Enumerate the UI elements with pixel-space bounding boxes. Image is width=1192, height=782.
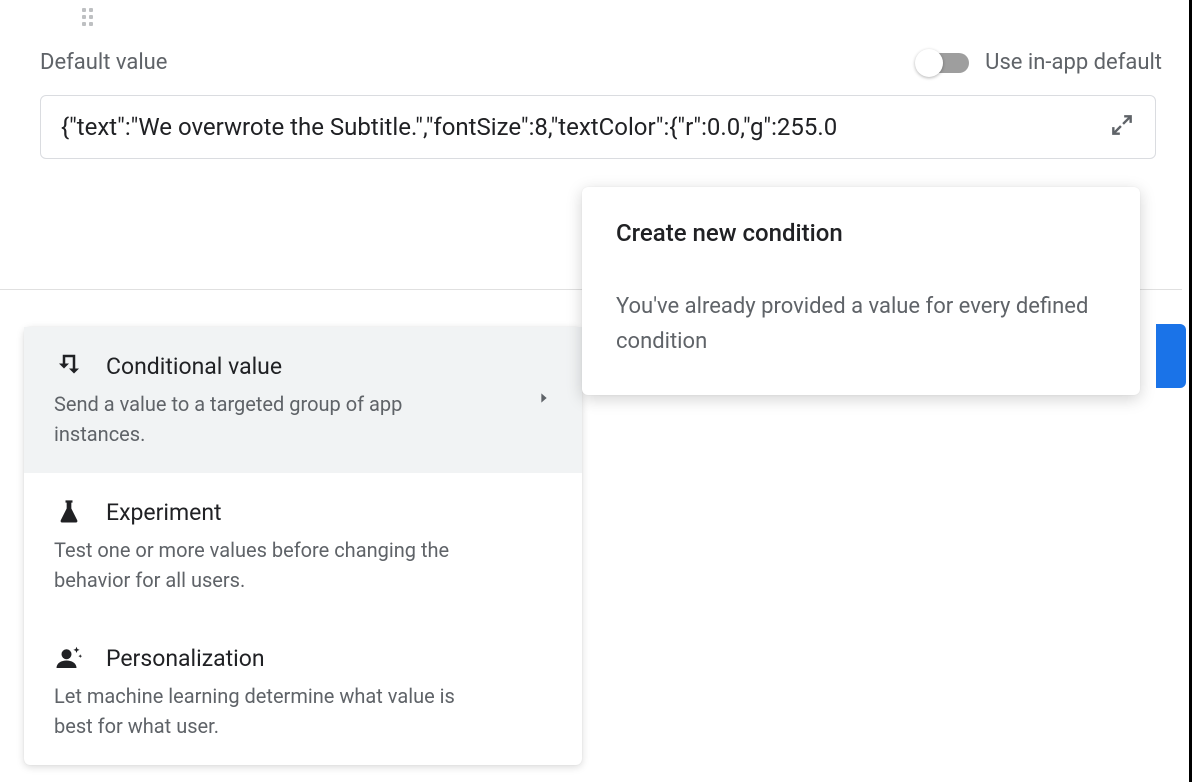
action-button-edge[interactable]: [1156, 324, 1186, 388]
drag-handle-icon[interactable]: [82, 8, 93, 26]
add-value-options-menu: Conditional value Send a value to a targ…: [24, 327, 582, 765]
experiment-icon: [54, 497, 84, 527]
menu-item-description: Test one or more values before changing …: [54, 535, 552, 595]
conditional-value-icon: [54, 351, 84, 381]
menu-item-description: Send a value to a targeted group of app …: [54, 389, 552, 449]
menu-item-description: Let machine learning determine what valu…: [54, 681, 552, 741]
tooltip-title: Create new condition: [616, 219, 1106, 247]
chevron-right-icon: [536, 390, 552, 410]
expand-icon[interactable]: [1109, 112, 1135, 142]
menu-item-personalization[interactable]: Personalization Let machine learning det…: [24, 619, 582, 765]
menu-item-header: Experiment: [54, 497, 552, 527]
default-value-label: Default value: [40, 50, 167, 75]
default-value-input[interactable]: {"text":"We overwrote the Subtitle.","fo…: [40, 95, 1156, 159]
menu-item-header: Personalization: [54, 643, 552, 673]
default-value-section: Default value Use in-app default {"text"…: [40, 50, 1162, 159]
menu-item-title: Conditional value: [106, 353, 282, 380]
default-value-text: {"text":"We overwrote the Subtitle.","fo…: [61, 113, 1101, 141]
personalization-icon: [54, 643, 84, 673]
default-value-header: Default value Use in-app default: [40, 50, 1162, 75]
in-app-default-label: Use in-app default: [985, 50, 1162, 75]
tooltip-text: You've already provided a value for ever…: [616, 289, 1106, 359]
in-app-default-toggle[interactable]: [917, 53, 969, 73]
in-app-default-toggle-group: Use in-app default: [917, 50, 1162, 75]
toggle-thumb: [915, 49, 943, 77]
menu-item-title: Personalization: [106, 645, 265, 672]
menu-item-title: Experiment: [106, 499, 222, 526]
menu-item-header: Conditional value: [54, 351, 552, 381]
menu-item-conditional-value[interactable]: Conditional value Send a value to a targ…: [24, 327, 582, 473]
create-condition-tooltip: Create new condition You've already prov…: [582, 187, 1140, 395]
menu-item-experiment[interactable]: Experiment Test one or more values befor…: [24, 473, 582, 619]
